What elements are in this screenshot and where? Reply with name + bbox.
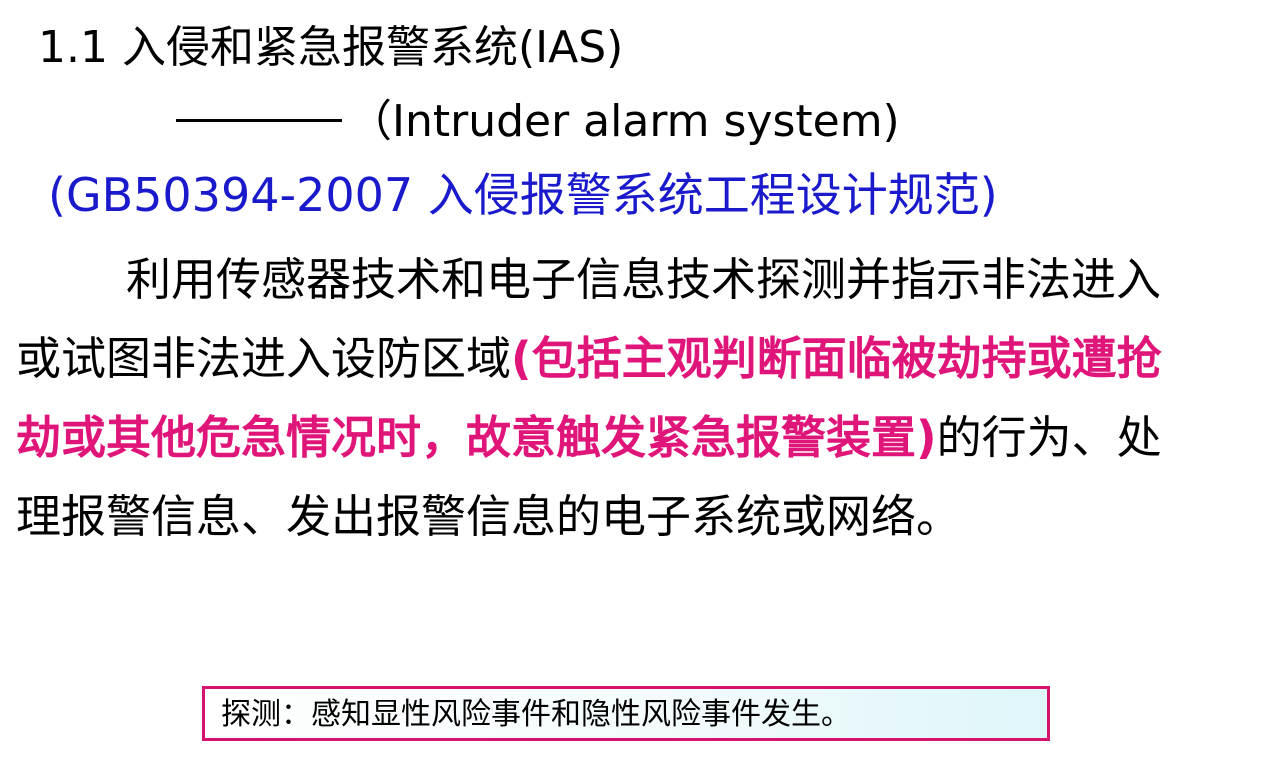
definition-paragraph: 利用传感器技术和电子信息技术探测并指示非法进入 或试图非法进入设防区域(包括主观…	[16, 250, 1246, 566]
definition-text: 利用传感器技术和电子信息技术探测并指示非法进入	[126, 253, 1162, 306]
note-text: 探测：感知显性风险事件和隐性风险事件发生。	[221, 697, 851, 732]
definition-text: 的行为、处	[936, 411, 1162, 464]
dash-line	[176, 118, 342, 122]
subtitle-text: （Intruder alarm system)	[348, 96, 900, 147]
definition-text: 或试图非法进入设防区域	[16, 332, 512, 385]
note-box: 探测：感知显性风险事件和隐性风险事件发生。	[202, 686, 1050, 741]
definition-highlight: (包括主观判断面临被劫持或遭抢	[511, 332, 1162, 385]
definition-highlight: 劫或其他危急情况时，故意触发紧急报警装置)	[16, 411, 937, 464]
standard-reference: (GB50394-2007 入侵报警系统工程设计规范)	[48, 168, 998, 222]
definition-text: 理报警信息、发出报警信息的电子系统或网络。	[16, 490, 962, 543]
slide: 1.1 入侵和紧急报警系统(IAS) （Intruder alarm syste…	[0, 0, 1267, 778]
definition-line-1: 利用传感器技术和电子信息技术探测并指示非法进入	[16, 250, 1246, 329]
slide-title: 1.1 入侵和紧急报警系统(IAS)	[38, 22, 624, 73]
slide-subtitle: （Intruder alarm system)	[176, 94, 900, 150]
definition-line-4: 理报警信息、发出报警信息的电子系统或网络。	[16, 487, 1246, 566]
definition-line-2: 或试图非法进入设防区域(包括主观判断面临被劫持或遭抢	[16, 329, 1246, 408]
definition-line-3: 劫或其他危急情况时，故意触发紧急报警装置)的行为、处	[16, 408, 1246, 487]
